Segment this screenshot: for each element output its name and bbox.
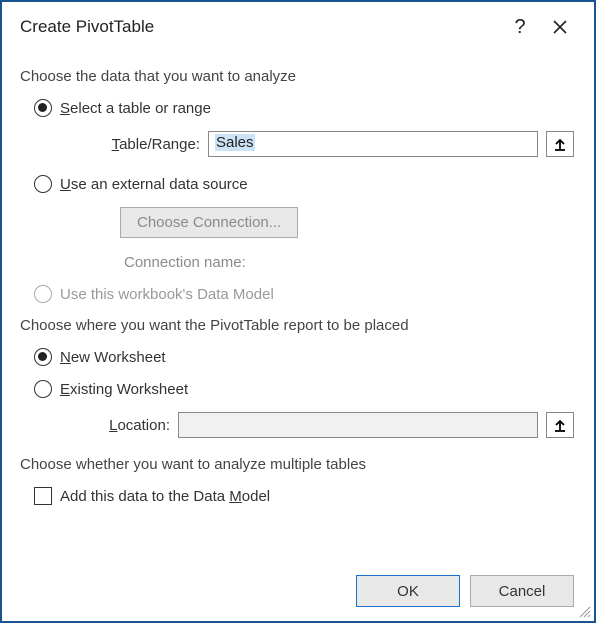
- close-button[interactable]: [540, 11, 580, 43]
- cancel-button[interactable]: Cancel: [470, 575, 574, 607]
- resize-grip-icon[interactable]: [577, 604, 591, 618]
- location-label: Location:: [90, 417, 170, 434]
- location-field-row: Location:: [90, 412, 574, 438]
- close-icon: [552, 19, 568, 35]
- location-input[interactable]: [178, 412, 538, 438]
- connection-name-label: Connection name:: [124, 254, 574, 271]
- help-button[interactable]: ?: [500, 11, 540, 43]
- radio-existing-worksheet[interactable]: Existing Worksheet: [34, 380, 574, 398]
- collapse-icon: [553, 418, 567, 432]
- radio-label: New Worksheet: [60, 349, 166, 366]
- radio-icon: [34, 348, 52, 366]
- radio-external-source[interactable]: Use an external data source: [34, 175, 574, 193]
- dialog-content: Choose the data that you want to analyze…: [2, 48, 594, 529]
- radio-label: Use this workbook's Data Model: [60, 286, 274, 303]
- dialog-button-row: OK Cancel: [356, 575, 574, 607]
- radio-icon: [34, 285, 52, 303]
- checkbox-label: Add this data to the Data Model: [60, 488, 270, 505]
- radio-label: Use an external data source: [60, 176, 248, 193]
- table-range-field-row: Table/Range: Sales: [90, 131, 574, 157]
- radio-icon: [34, 99, 52, 117]
- choose-connection-button: Choose Connection...: [120, 207, 298, 238]
- radio-use-data-model: Use this workbook's Data Model: [34, 285, 574, 303]
- radio-label: Select a table or range: [60, 100, 211, 117]
- checkbox-add-to-data-model[interactable]: Add this data to the Data Model: [34, 487, 574, 505]
- radio-label: Existing Worksheet: [60, 381, 188, 398]
- collapse-dialog-button[interactable]: [546, 412, 574, 438]
- section-multiple-tables-label: Choose whether you want to analyze multi…: [20, 456, 574, 473]
- radio-new-worksheet[interactable]: New Worksheet: [34, 348, 574, 366]
- titlebar: Create PivotTable ?: [2, 2, 594, 48]
- radio-select-table-range[interactable]: Select a table or range: [34, 99, 574, 117]
- radio-icon: [34, 175, 52, 193]
- section-placement-label: Choose where you want the PivotTable rep…: [20, 317, 574, 334]
- ok-button[interactable]: OK: [356, 575, 460, 607]
- table-range-label: Table/Range:: [90, 136, 200, 153]
- collapse-dialog-button[interactable]: [546, 131, 574, 157]
- dialog-title: Create PivotTable: [20, 17, 500, 37]
- checkbox-icon: [34, 487, 52, 505]
- collapse-icon: [553, 137, 567, 151]
- radio-icon: [34, 380, 52, 398]
- section-analyze-label: Choose the data that you want to analyze: [20, 68, 574, 85]
- table-range-input[interactable]: Sales: [208, 131, 538, 157]
